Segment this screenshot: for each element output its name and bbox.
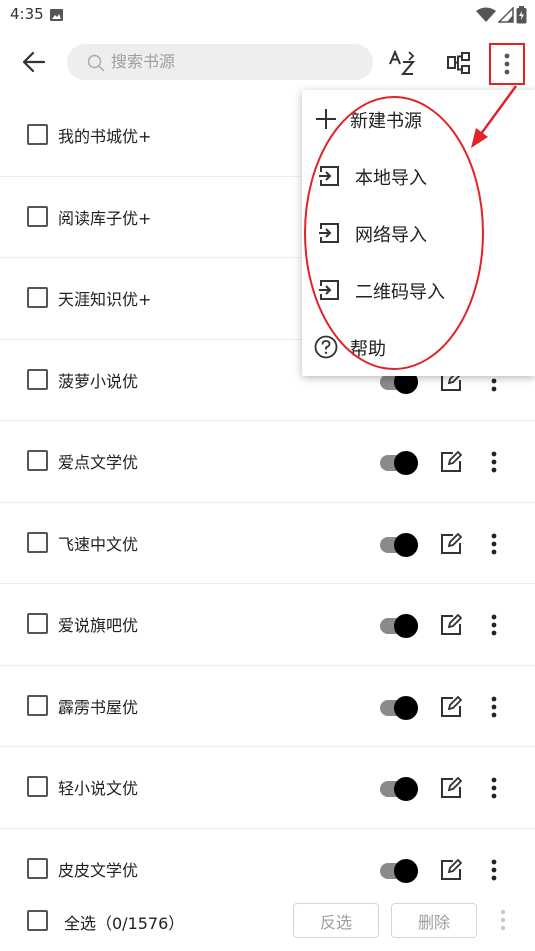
source-checkbox[interactable] xyxy=(27,368,48,390)
source-checkbox[interactable] xyxy=(27,531,48,553)
edit-icon[interactable] xyxy=(440,858,462,881)
more-vert-icon[interactable] xyxy=(484,857,504,883)
source-name: 爱说旗吧优 xyxy=(58,616,139,635)
list-item[interactable]: 爱说旗吧优 xyxy=(0,584,535,666)
bottom-bar: 全选（0/1576） 反选 删除 xyxy=(0,893,535,949)
menu-item-network-import[interactable]: 网络导入 xyxy=(302,204,535,261)
source-name: 菠萝小说优 xyxy=(58,371,139,391)
menu-item-label: 本地导入 xyxy=(355,168,427,189)
sort-button[interactable] xyxy=(383,46,421,80)
delete-button[interactable]: 删除 xyxy=(391,903,477,938)
source-checkbox[interactable] xyxy=(27,205,48,227)
enable-toggle[interactable] xyxy=(380,451,420,475)
more-vert-icon xyxy=(504,53,510,75)
group-button[interactable] xyxy=(440,46,478,80)
back-button[interactable] xyxy=(14,44,54,80)
list-item[interactable]: 轻小说文优 xyxy=(0,747,535,829)
more-vert-icon[interactable] xyxy=(484,775,504,801)
edit-icon[interactable] xyxy=(440,451,462,473)
menu-item-label: 新建书源 xyxy=(350,111,422,132)
arrow-back-icon xyxy=(23,52,45,72)
source-checkbox[interactable] xyxy=(27,450,48,471)
wifi-icon xyxy=(476,7,496,22)
list-item[interactable]: 爱点文学优 xyxy=(0,421,535,503)
more-menu-button[interactable] xyxy=(489,43,525,85)
import-icon xyxy=(319,166,339,186)
toggle-thumb xyxy=(394,451,418,475)
import-icon xyxy=(319,280,339,300)
import-icon xyxy=(319,223,339,243)
enable-toggle[interactable] xyxy=(380,695,420,720)
source-name: 天涯知识优+ xyxy=(58,290,152,309)
status-bar: 4:35 xyxy=(0,0,535,32)
list-item[interactable]: 霹雳书屋优 xyxy=(0,666,535,747)
status-time: 4:35 xyxy=(10,5,44,23)
source-checkbox[interactable] xyxy=(27,776,48,797)
source-name: 飞速中文优 xyxy=(58,534,139,554)
edit-icon[interactable] xyxy=(440,777,462,799)
source-name: 爱点文学优 xyxy=(58,453,139,472)
source-checkbox[interactable] xyxy=(27,287,48,308)
help-icon xyxy=(314,335,338,359)
source-name: 霹雳书屋优 xyxy=(58,697,139,717)
menu-item-label: 二维码导入 xyxy=(355,282,445,303)
more-vert-icon[interactable] xyxy=(484,531,504,557)
toggle-thumb xyxy=(394,858,418,883)
enable-toggle[interactable] xyxy=(380,858,420,883)
more-vert-icon[interactable] xyxy=(484,694,504,720)
more-vert-icon[interactable] xyxy=(495,907,511,933)
source-checkbox[interactable] xyxy=(27,124,48,145)
invert-selection-button[interactable]: 反选 xyxy=(293,903,379,938)
source-name: 轻小说文优 xyxy=(58,779,139,798)
menu-item-local-import[interactable]: 本地导入 xyxy=(302,147,535,204)
toggle-thumb xyxy=(394,695,418,720)
edit-icon[interactable] xyxy=(440,614,462,636)
enable-toggle[interactable] xyxy=(380,532,420,557)
more-vert-icon[interactable] xyxy=(484,449,504,475)
status-icons xyxy=(476,6,527,24)
toolbar xyxy=(0,36,535,88)
source-name: 我的书城优+ xyxy=(58,127,152,146)
select-all-label[interactable]: 全选（0/1576） xyxy=(64,910,184,934)
enable-toggle[interactable] xyxy=(380,777,420,801)
menu-item-new-source[interactable]: 新建书源 xyxy=(302,90,535,147)
search-box[interactable] xyxy=(67,44,373,80)
image-notification-icon xyxy=(50,9,63,21)
list-item[interactable]: 飞速中文优 xyxy=(0,503,535,584)
overflow-menu: 新建书源 本地导入 网络导入 二维码导入 帮助 xyxy=(302,90,535,376)
sort-az-icon xyxy=(389,50,416,75)
source-name: 阅读库子优+ xyxy=(58,208,152,228)
menu-item-qrcode-import[interactable]: 二维码导入 xyxy=(302,261,535,318)
battery-icon xyxy=(516,6,527,24)
select-all-checkbox[interactable] xyxy=(27,910,48,931)
source-checkbox[interactable] xyxy=(27,613,48,634)
enable-toggle[interactable] xyxy=(380,614,420,638)
group-icon xyxy=(447,52,470,74)
source-checkbox[interactable] xyxy=(27,694,48,716)
add-icon xyxy=(316,109,336,129)
source-name: 皮皮文学优 xyxy=(58,860,139,880)
toggle-thumb xyxy=(394,614,418,638)
toggle-thumb xyxy=(394,532,418,557)
menu-item-label: 帮助 xyxy=(350,339,386,360)
more-vert-icon[interactable] xyxy=(484,612,504,638)
signal-icon xyxy=(498,7,514,23)
search-icon xyxy=(87,54,105,72)
menu-item-help[interactable]: 帮助 xyxy=(302,318,535,375)
toggle-thumb xyxy=(394,777,418,801)
source-checkbox[interactable] xyxy=(27,857,48,879)
search-input[interactable] xyxy=(111,44,361,80)
edit-icon[interactable] xyxy=(440,532,462,555)
edit-icon[interactable] xyxy=(440,695,462,718)
menu-item-label: 网络导入 xyxy=(355,225,427,246)
